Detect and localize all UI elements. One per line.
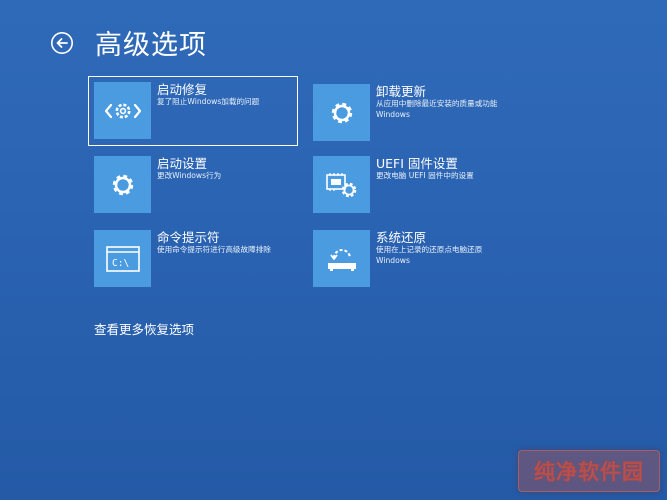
page-title: 高级选项	[95, 30, 207, 61]
watermark-text: 纯净软件园	[534, 460, 644, 485]
option-startup-repair[interactable]: 启动修复 复了阻止Windows加载的问题	[88, 76, 298, 146]
option-title: 卸载更新	[376, 84, 427, 99]
command-prompt-text: C:\	[112, 258, 129, 269]
option-system-restore[interactable]: 系统还原 使用在上记录的还原点电脑还原Windows	[308, 225, 514, 295]
command-prompt-tile: C:\	[94, 230, 151, 287]
option-title: 启动修复	[157, 82, 208, 97]
uefi-firmware-tile	[313, 156, 370, 213]
system-restore-tile	[313, 230, 370, 287]
command-prompt-icon: C:\	[105, 245, 140, 272]
option-title: 启动设置	[157, 156, 208, 171]
option-uefi-firmware[interactable]: UEFI 固件设置 更改电脑 UEFI 固件中的设置	[308, 151, 514, 221]
option-command-prompt[interactable]: C:\ 命令提示符 使用命令提示符进行高级故障排除	[89, 225, 295, 295]
gear-icon	[112, 174, 133, 195]
option-description: 使用命令提示符进行高级故障排除	[157, 245, 271, 254]
startup-repair-icon	[104, 103, 141, 118]
option-description: 复了阻止Windows加载的问题	[157, 97, 260, 106]
option-uninstall-updates[interactable]: 卸载更新 从应用中删除最近安装的质量或功能Windows	[308, 79, 514, 149]
option-description: 从应用中删除最近安装的质量或功能Windows	[376, 99, 498, 119]
option-startup-settings[interactable]: 启动设置 更改Windows行为	[89, 151, 295, 221]
uefi-firmware-icon	[325, 172, 356, 197]
option-title: UEFI 固件设置	[376, 156, 458, 171]
option-title: 系统还原	[376, 230, 427, 245]
startup-repair-tile	[94, 82, 151, 139]
back-arrow-circle-icon	[51, 32, 73, 54]
option-title: 命令提示符	[157, 230, 220, 245]
back-button[interactable]	[50, 31, 74, 55]
startup-settings-tile	[94, 156, 151, 213]
option-description: 使用在上记录的还原点电脑还原Windows	[376, 245, 483, 265]
more-recovery-options-link[interactable]: 查看更多恢复选项	[94, 319, 194, 338]
watermark-stamp: 纯净软件园	[518, 450, 660, 492]
gear-icon	[331, 102, 352, 123]
option-description: 更改Windows行为	[157, 171, 222, 180]
option-description: 更改电脑 UEFI 固件中的设置	[376, 171, 474, 180]
uninstall-updates-tile	[313, 84, 370, 141]
system-restore-icon	[327, 248, 356, 271]
